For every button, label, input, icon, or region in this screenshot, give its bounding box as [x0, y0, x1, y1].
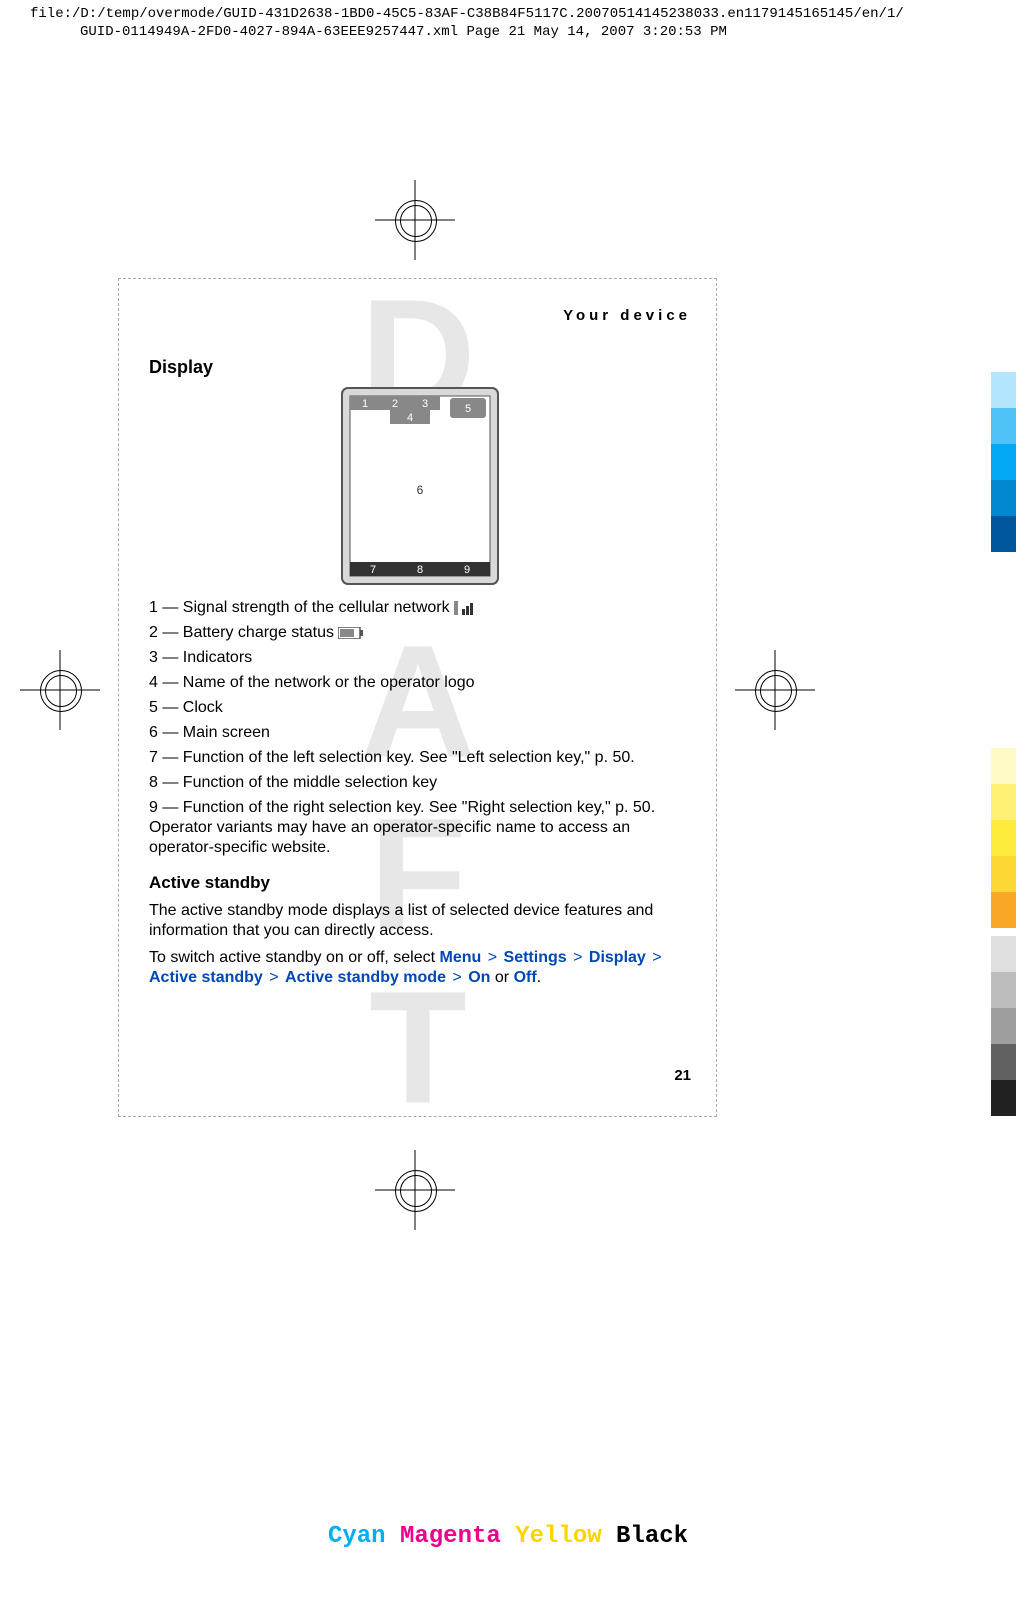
svg-text:4: 4: [407, 412, 413, 424]
page-number: 21: [674, 1067, 691, 1086]
page-frame: DRAFT Your device Display 1 2 3 5 4 6 7 …: [118, 278, 717, 1117]
svg-text:1: 1: [362, 398, 368, 410]
meta-line-1: file:/D:/temp/overmode/GUID-431D2638-1BD…: [30, 5, 986, 23]
display-item-1: 1 — Signal strength of the cellular netw…: [149, 598, 691, 618]
svg-text:2: 2: [392, 398, 398, 410]
file-metadata: file:/D:/temp/overmode/GUID-431D2638-1BD…: [0, 0, 1016, 46]
black-label: Black: [616, 1523, 688, 1550]
display-item-3: 3 — Indicators: [149, 648, 691, 668]
display-item-9: 9 — Function of the right selection key.…: [149, 798, 691, 858]
section-header: Your device: [149, 307, 691, 326]
svg-text:8: 8: [417, 564, 423, 576]
display-item-8: 8 — Function of the middle selection key: [149, 773, 691, 793]
meta-line-2: GUID-0114949A-2FD0-4027-894A-63EEE925744…: [30, 23, 986, 41]
registration-mark-icon: [385, 190, 445, 250]
signal-strength-icon: [454, 601, 476, 615]
display-item-2: 2 — Battery charge status: [149, 623, 691, 643]
display-item-4: 4 — Name of the network or the operator …: [149, 673, 691, 693]
display-item-7: 7 — Function of the left selection key. …: [149, 748, 691, 768]
svg-text:6: 6: [417, 483, 424, 497]
cmyk-footer: Cyan Magenta Yellow Black: [0, 1523, 1016, 1550]
registration-mark-icon: [30, 660, 90, 720]
registration-mark-icon: [745, 660, 805, 720]
registration-mark-icon: [385, 1160, 445, 1220]
battery-icon: [338, 627, 364, 639]
phone-display-diagram: 1 2 3 5 4 6 7 8 9: [340, 386, 500, 586]
magenta-label: Magenta: [400, 1523, 501, 1550]
cyan-label: Cyan: [328, 1523, 386, 1550]
svg-text:3: 3: [422, 398, 428, 410]
active-standby-menu-path: To switch active standby on or off, sele…: [149, 948, 691, 988]
color-bar-yellow-scale: [991, 748, 1016, 928]
yellow-label: Yellow: [515, 1523, 601, 1550]
svg-text:5: 5: [465, 403, 471, 415]
svg-text:7: 7: [370, 564, 376, 576]
color-bar-cyan-scale: [991, 372, 1016, 552]
heading-display: Display: [149, 356, 691, 379]
svg-text:9: 9: [464, 564, 470, 576]
heading-active-standby: Active standby: [149, 872, 691, 893]
display-item-5: 5 — Clock: [149, 698, 691, 718]
display-item-6: 6 — Main screen: [149, 723, 691, 743]
color-bar-gray-scale: [991, 936, 1016, 1116]
active-standby-description: The active standby mode displays a list …: [149, 901, 691, 941]
